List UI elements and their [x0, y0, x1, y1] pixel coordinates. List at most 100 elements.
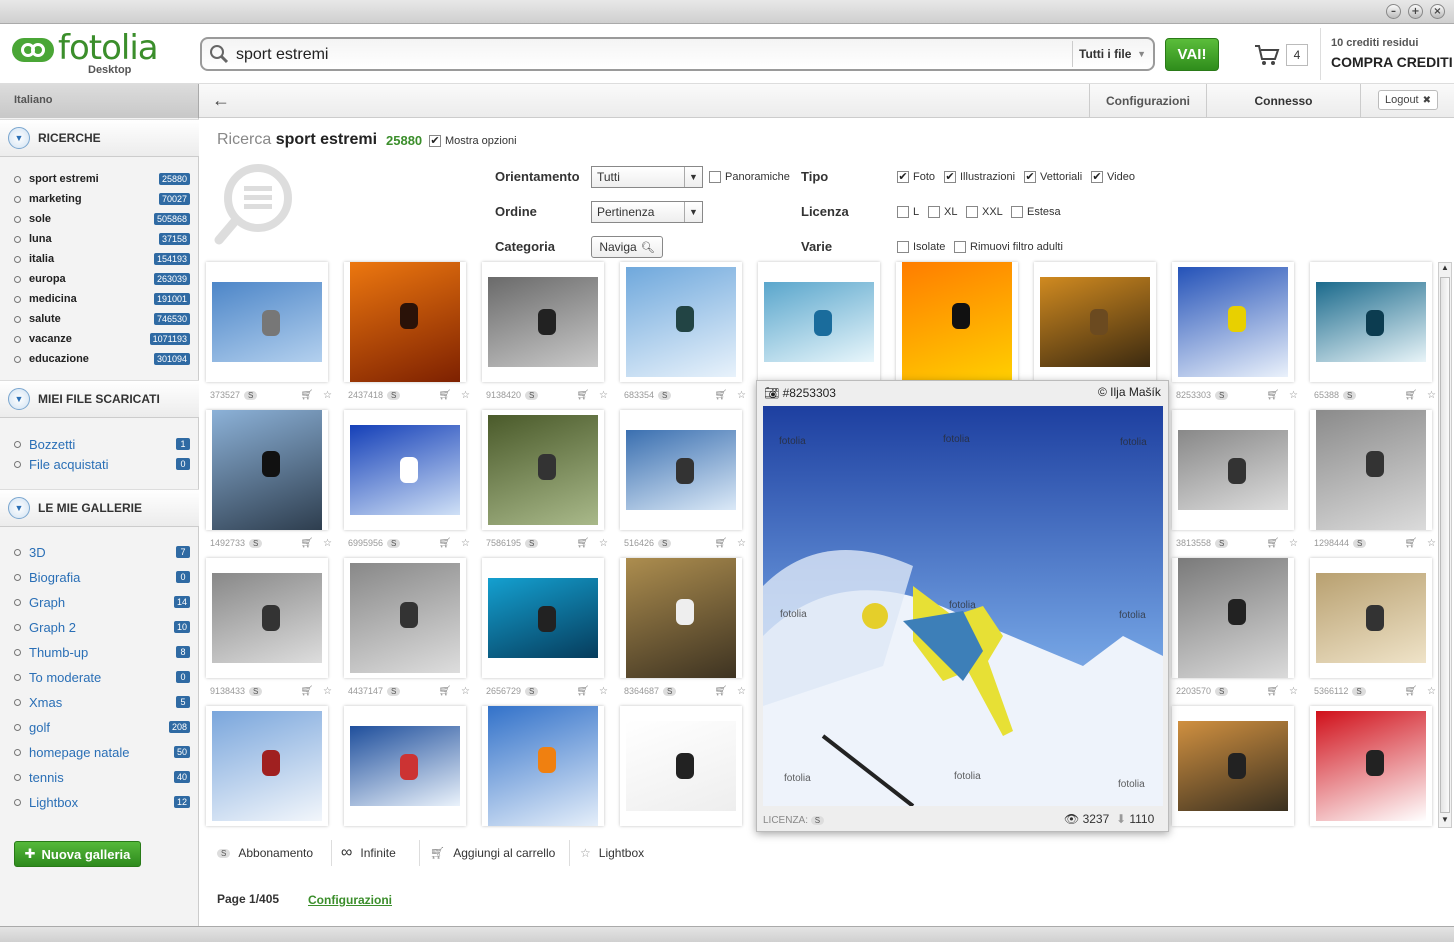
adult-filter[interactable]: Rimuovi filtro adulti: [954, 241, 1063, 253]
cart-icon[interactable]: 🛒︎: [438, 538, 451, 549]
sidebar-item-graph-2[interactable]: Graph 2 10: [14, 617, 190, 637]
sidebar-item-homepage-natale[interactable]: homepage natale 50: [14, 742, 190, 762]
sidebar-item-sole[interactable]: sole 505868: [14, 209, 190, 229]
sidebar-item-biografia[interactable]: Biografia 0: [14, 567, 190, 587]
config-link[interactable]: Configurazioni: [308, 893, 392, 907]
type-photo-filter[interactable]: ✔ Foto: [897, 171, 935, 183]
show-options-toggle[interactable]: ✔ Mostra opzioni: [429, 135, 517, 147]
sidebar-item-salute[interactable]: salute 746530: [14, 309, 190, 329]
chevron-down-icon[interactable]: ▼: [8, 497, 30, 519]
result-thumbnail[interactable]: [1310, 706, 1432, 826]
file-type-dropdown[interactable]: Tutti i file ▼: [1072, 41, 1152, 67]
scrollbar-thumb[interactable]: [1440, 277, 1450, 813]
cart-icon[interactable]: 🛒︎: [714, 390, 727, 401]
star-icon[interactable]: ☆: [323, 686, 332, 697]
sidebar-item-3d[interactable]: 3D 7: [14, 542, 190, 562]
cart-icon[interactable]: 🛒︎: [300, 686, 313, 697]
cart-icon[interactable]: 🛒︎: [1404, 538, 1417, 549]
result-thumbnail[interactable]: [1310, 410, 1432, 530]
license-extended-filter[interactable]: Estesa: [1011, 206, 1061, 218]
result-thumbnail[interactable]: [206, 706, 328, 826]
isolated-filter[interactable]: Isolate: [897, 241, 945, 253]
result-thumbnail[interactable]: [620, 410, 742, 530]
result-thumbnail[interactable]: [1034, 262, 1156, 382]
star-icon[interactable]: ☆: [737, 686, 746, 697]
checkbox[interactable]: [954, 241, 966, 253]
checkbox[interactable]: [1011, 206, 1023, 218]
result-thumbnail[interactable]: [344, 706, 466, 826]
result-thumbnail[interactable]: [896, 262, 1018, 382]
scroll-up-icon[interactable]: ▲: [1439, 263, 1451, 275]
star-icon[interactable]: ☆: [461, 390, 470, 401]
star-icon[interactable]: ☆: [1427, 538, 1436, 549]
cart-icon[interactable]: 🛒︎: [300, 390, 313, 401]
sidebar-item-tennis[interactable]: tennis 40: [14, 767, 190, 787]
checkbox[interactable]: ✔: [1024, 171, 1036, 183]
result-thumbnail[interactable]: [620, 706, 742, 826]
sidebar-item-marketing[interactable]: marketing 70027: [14, 189, 190, 209]
back-arrow-icon[interactable]: ←: [212, 90, 230, 111]
result-thumbnail[interactable]: [620, 558, 742, 678]
result-thumbnail[interactable]: [1172, 558, 1294, 678]
type-vector-filter[interactable]: ✔ Vettoriali: [1024, 171, 1082, 183]
star-icon[interactable]: ☆: [599, 686, 608, 697]
result-thumbnail[interactable]: [206, 558, 328, 678]
result-thumbnail[interactable]: [482, 410, 604, 530]
result-thumbnail[interactable]: [620, 262, 742, 382]
sidebar-item-thumb-up[interactable]: Thumb-up 8: [14, 642, 190, 662]
sidebar-item-golf[interactable]: golf 208: [14, 717, 190, 737]
search-go-button[interactable]: VAI!: [1165, 38, 1219, 71]
cart-icon[interactable]: 🛒︎: [300, 538, 313, 549]
star-icon[interactable]: ☆: [1427, 390, 1436, 401]
cart-icon[interactable]: 🛒︎: [1404, 390, 1417, 401]
star-icon[interactable]: ☆: [1289, 390, 1298, 401]
cart-icon[interactable]: 🛒︎: [576, 686, 589, 697]
sidebar-item-lightbox[interactable]: Lightbox 12: [14, 792, 190, 812]
result-thumbnail[interactable]: [344, 262, 466, 382]
checkbox[interactable]: ✔: [897, 171, 909, 183]
cart-icon[interactable]: 🛒︎: [1404, 686, 1417, 697]
checkbox[interactable]: [897, 206, 909, 218]
cart-icon[interactable]: 🛒︎: [438, 686, 451, 697]
star-icon[interactable]: ☆: [461, 686, 470, 697]
license-xxl-filter[interactable]: XXL: [966, 206, 1003, 218]
sidebar-item-graph[interactable]: Graph 14: [14, 592, 190, 612]
star-icon[interactable]: ☆: [323, 538, 332, 549]
star-icon[interactable]: ☆: [737, 390, 746, 401]
star-icon[interactable]: ☆: [323, 390, 332, 401]
sidebar-item-xmas[interactable]: Xmas 5: [14, 692, 190, 712]
star-icon[interactable]: ☆: [599, 538, 608, 549]
config-tab[interactable]: Configurazioni: [1089, 84, 1206, 118]
checkbox[interactable]: ✔: [944, 171, 956, 183]
sidebar-item-vacanze[interactable]: vacanze 1071193: [14, 329, 190, 349]
type-illustration-filter[interactable]: ✔ Illustrazioni: [944, 171, 1015, 183]
cart-icon[interactable]: [1253, 42, 1281, 68]
cart-icon[interactable]: 🛒︎: [1266, 686, 1279, 697]
preview-image[interactable]: fotolia fotolia fotolia fotolia fotolia …: [763, 406, 1163, 806]
sidebar-item-europa[interactable]: europa 263039: [14, 269, 190, 289]
sidebar-item-luna[interactable]: luna 37158: [14, 229, 190, 249]
cart-count[interactable]: 4: [1286, 44, 1308, 66]
result-thumbnail[interactable]: [482, 706, 604, 826]
vertical-scrollbar[interactable]: ▲ ▼: [1438, 262, 1452, 828]
language-selector[interactable]: Italiano: [0, 84, 199, 118]
result-thumbnail[interactable]: [344, 410, 466, 530]
checkbox[interactable]: [897, 241, 909, 253]
result-thumbnail[interactable]: [1310, 262, 1432, 382]
sidebar-item-to-moderate[interactable]: To moderate 0: [14, 667, 190, 687]
sidebar-item-italia[interactable]: italia 154193: [14, 249, 190, 269]
buy-credits-link[interactable]: COMPRA CREDITI: [1331, 54, 1453, 70]
result-thumbnail[interactable]: [482, 558, 604, 678]
result-thumbnail[interactable]: [482, 262, 604, 382]
result-thumbnail[interactable]: [758, 262, 880, 382]
star-icon[interactable]: ☆: [461, 538, 470, 549]
type-video-filter[interactable]: ✔ Video: [1091, 171, 1135, 183]
cart-icon[interactable]: 🛒︎: [1266, 390, 1279, 401]
cart-icon[interactable]: 🛒︎: [438, 390, 451, 401]
star-icon[interactable]: ☆: [1289, 538, 1298, 549]
result-thumbnail[interactable]: [206, 410, 328, 530]
cart-icon[interactable]: 🛒︎: [714, 686, 727, 697]
logout-button[interactable]: Logout ✖: [1378, 90, 1438, 110]
sidebar-item-sport-estremi[interactable]: sport estremi 25880: [14, 169, 190, 189]
license-xl-filter[interactable]: XL: [928, 206, 957, 218]
